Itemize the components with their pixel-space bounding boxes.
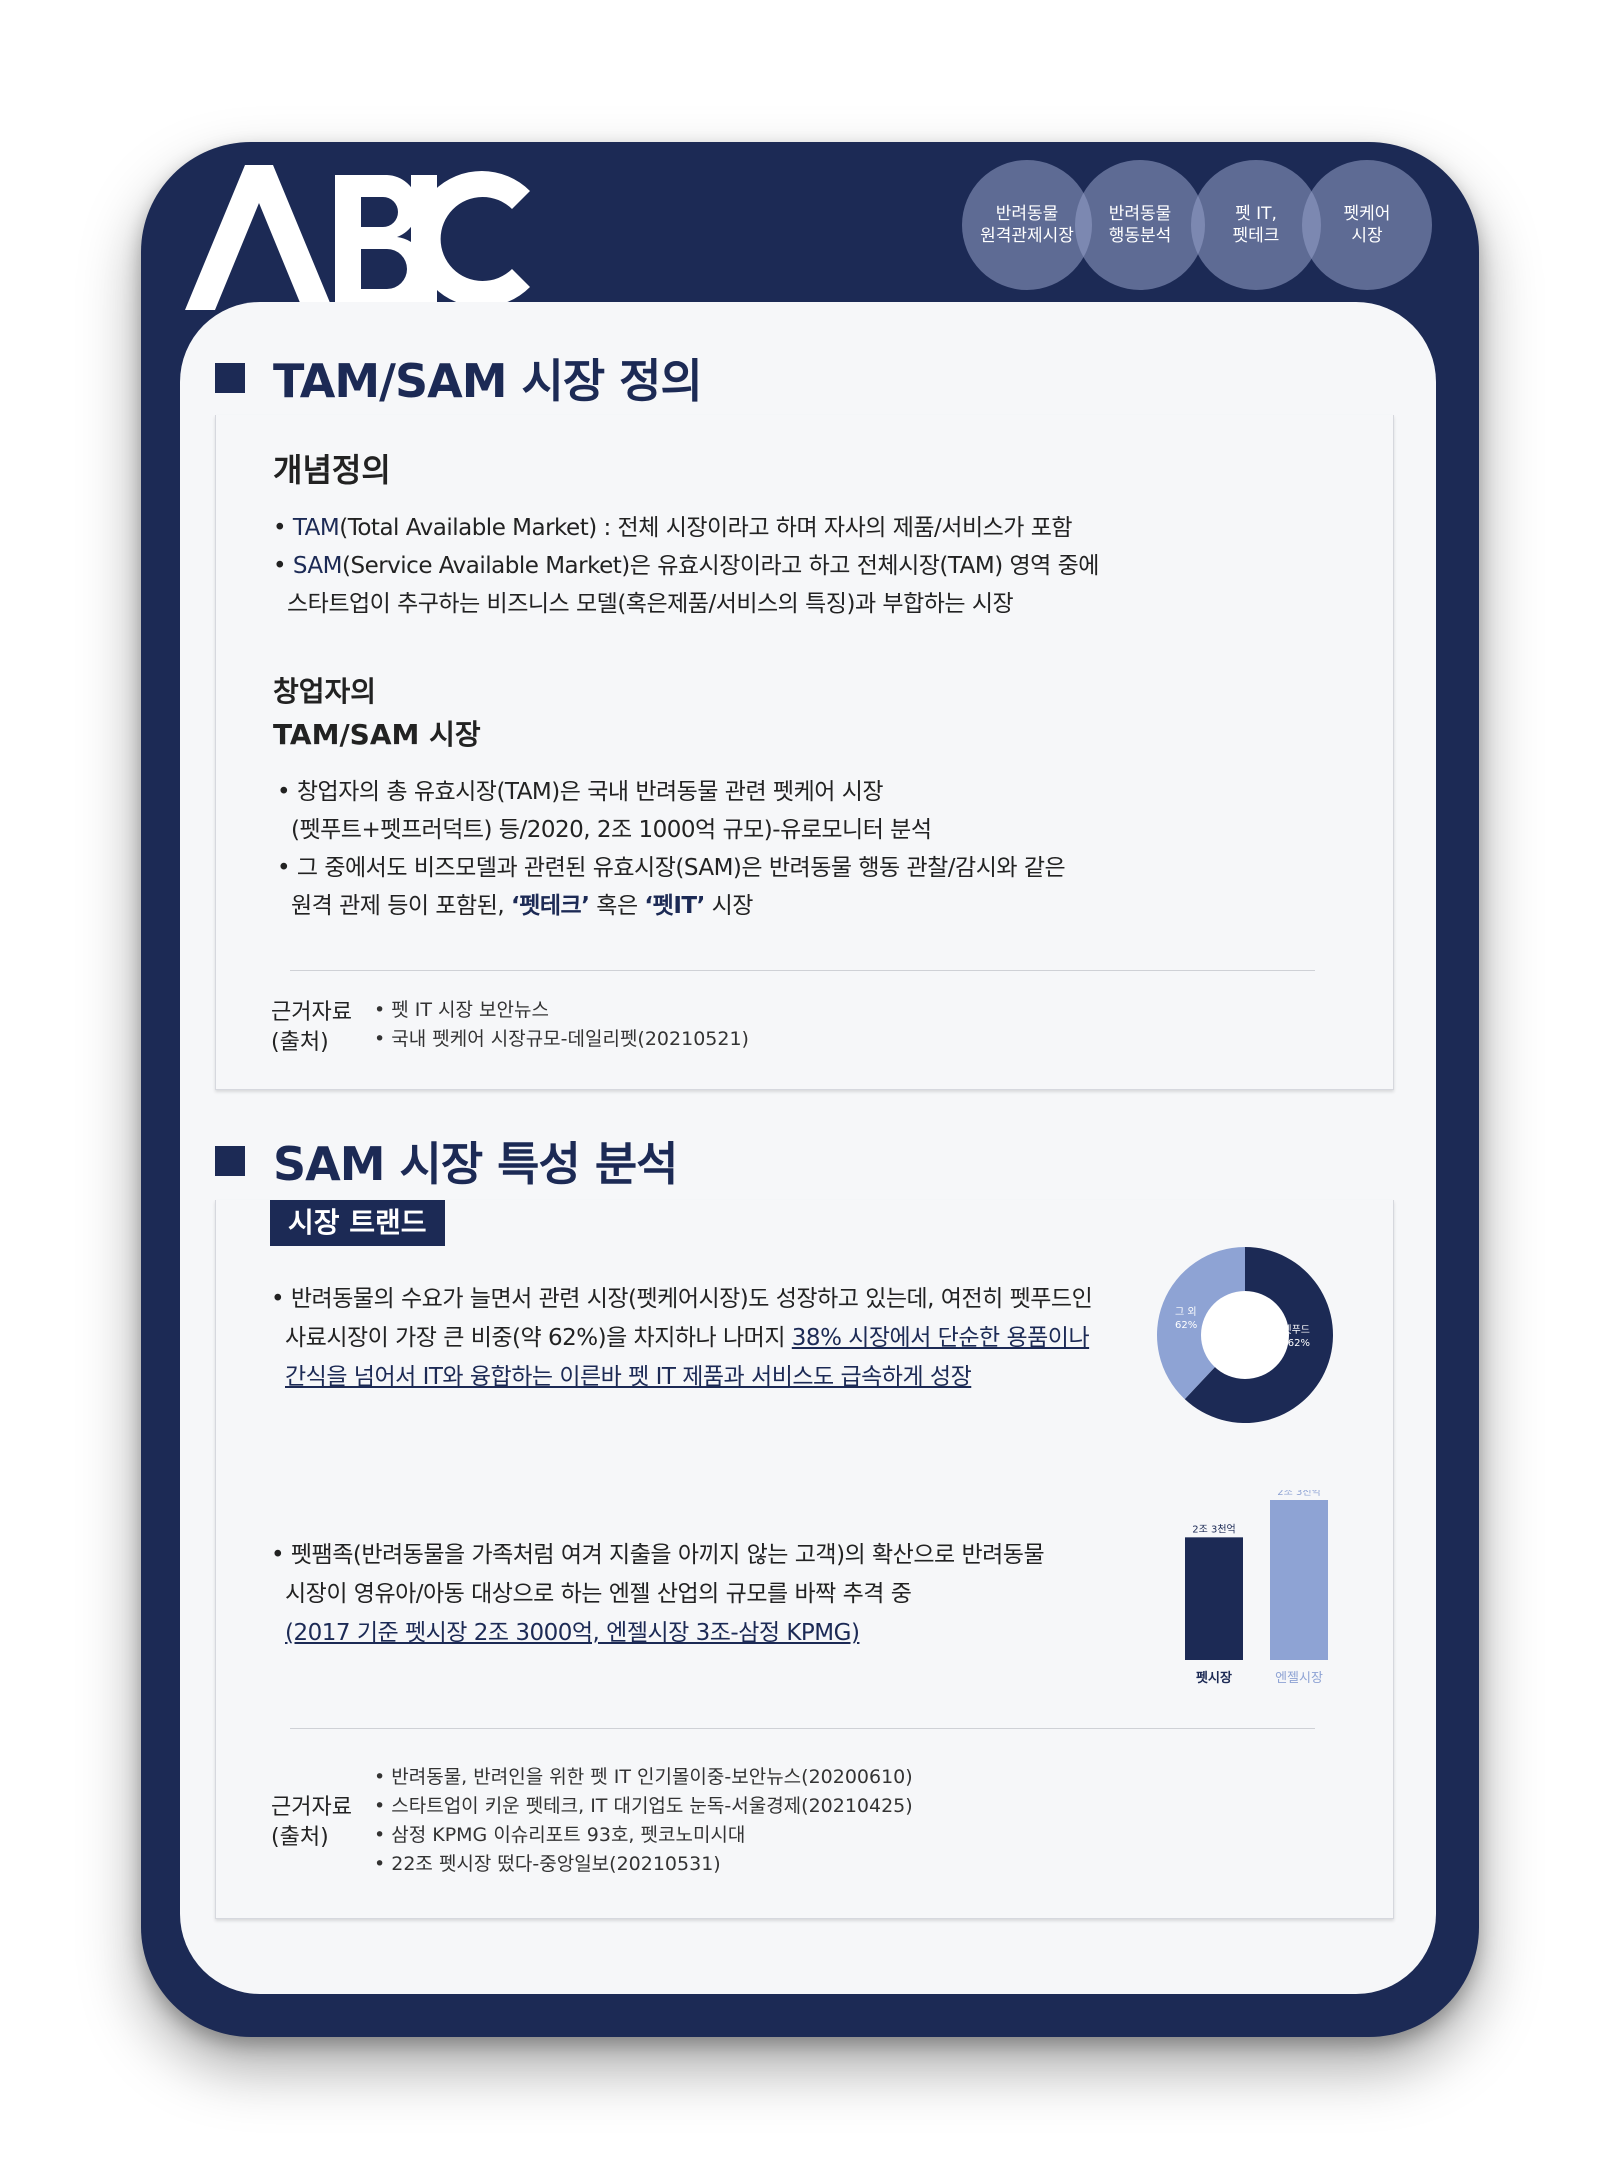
founder-b1-line1: 창업자의 총 유효시장(TAM)은 국내 반려동물 관련 펫케어 시장 <box>296 779 884 805</box>
trend-p2-line1: 펫팸족(반려동물을 가족처럼 여겨 지출을 아끼지 않는 고객)의 확산으로 반… <box>290 1542 1045 1568</box>
abic-logo <box>185 165 530 310</box>
trend-p1-highlight: 38% 시장에서 단순한 용품이나 <box>791 1325 1090 1351</box>
source-label: 근거자료 (출처) <box>271 1000 352 1055</box>
source-item: 22조 펫시장 떴다-중앙일보(20210531) <box>374 1850 913 1879</box>
pettech-term: ‘펫테크’ <box>511 893 590 919</box>
bar-data-label-angel: 2조 3천억 <box>1277 1490 1321 1498</box>
tam-bullet: • TAM(Total Available Market) : 전체 시장이라고… <box>273 515 1073 541</box>
source-item: 반려동물, 반려인을 위한 펫 IT 인기몰이중-보안뉴스(20200610) <box>374 1763 912 1792</box>
square-bullet-icon <box>215 363 245 393</box>
bar-category-pet: 펫시장 <box>1196 1670 1232 1686</box>
source-item: 국내 펫케어 시장규모-데일리펫(20210521) <box>374 1025 749 1054</box>
source-item: 삼정 KPMG 이슈리포트 93호, 펫코노미시대 <box>374 1821 913 1850</box>
divider <box>290 1728 1315 1729</box>
founder-b2-text-e: 시장 <box>704 893 754 919</box>
founder-b2-text-c: 혹은 <box>589 893 645 919</box>
section-title-sam-analysis: SAM 시장 특성 분석 <box>215 1128 678 1194</box>
trend-p2-line3: (2017 기준 펫시장 2조 3000억, 엔젤시장 3조-삼정 KPMG) <box>285 1620 860 1646</box>
market-trend-tag: 시장 트랜드 <box>270 1200 445 1246</box>
bar-pet-market <box>1185 1537 1243 1660</box>
square-bullet-icon <box>215 1146 245 1176</box>
bar-angel-market <box>1270 1500 1328 1660</box>
source-label: 근거자료 (출처) <box>271 1795 352 1850</box>
donut-label-others-name: 그 외 <box>1175 1306 1197 1318</box>
founder-bullet-1: • 창업자의 총 유효시장(TAM)은 국내 반려동물 관련 펫케어 시장 <box>277 779 884 805</box>
trend-p1-line1: 반려동물의 수요가 늘면서 관련 시장(펫케어시장)도 성장하고 있는데, 여전… <box>290 1286 1093 1312</box>
nav-pills: 반려동물 원격관제시장 반려동물 행동분석 펫 IT, 펫테크 펫케어 시장 <box>962 160 1437 292</box>
founder-heading-2: TAM/SAM 시장 <box>273 718 481 751</box>
section-title-text: SAM 시장 특성 분석 <box>273 1137 678 1191</box>
divider <box>290 970 1315 971</box>
trend-p1-line3: 간식을 넘어서 IT와 융합하는 이른바 펫 IT 제품과 서비스도 급속하게 … <box>285 1364 972 1390</box>
source-item: 펫 IT 시장 보안뉴스 <box>374 996 749 1025</box>
trend-p2-line2: 시장이 영유아/아동 대상으로 하는 엔젤 산업의 규모를 바짝 추격 중 <box>285 1581 912 1607</box>
founder-b2-line1: 그 중에서도 비즈모델과 관련된 유효시장(SAM)은 반려동물 행동 관찰/감… <box>296 855 1066 881</box>
founder-bullet-2: • 그 중에서도 비즈모델과 관련된 유효시장(SAM)은 반려동물 행동 관찰… <box>277 855 1066 881</box>
founder-b1-line2: (펫푸트+펫프러덕트) 등/2020, 2조 1000억 규모)-유로모니터 분… <box>291 817 932 843</box>
petcare-share-donut-chart: 펫푸드 62% 그 외 62% <box>1157 1247 1333 1423</box>
sam-text-2: 스타트업이 추구하는 비즈니스 모델(혹은제품/서비스의 특징)과 부합하는 시… <box>287 591 1014 617</box>
founder-b2-text-a: 원격 관제 등이 포함된, <box>291 893 511 919</box>
donut-hole <box>1201 1291 1289 1379</box>
tam-text: (Total Available Market) : 전체 시장이라고 하며 자… <box>339 515 1073 541</box>
source-list: 펫 IT 시장 보안뉴스 국내 펫케어 시장규모-데일리펫(20210521) <box>374 996 749 1054</box>
trend-p1-text: 사료시장이 가장 큰 비중(약 62%)을 차지하나 나머지 <box>285 1325 792 1351</box>
section-title-text: TAM/SAM 시장 정의 <box>273 354 703 408</box>
founder-heading-1: 창업자의 <box>273 675 377 708</box>
bar-category-angel: 엔젤시장 <box>1275 1671 1323 1686</box>
nav-pill-remote-monitoring[interactable]: 반려동물 원격관제시장 <box>962 160 1092 290</box>
sam-text-1: (Service Available Market)은 유효시장이라고 하고 전… <box>342 553 1099 579</box>
trend-p1-line2: 사료시장이 가장 큰 비중(약 62%)을 차지하나 나머지 38% 시장에서 … <box>285 1319 1090 1357</box>
donut-label-petfood-name: 펫푸드 <box>1282 1324 1310 1336</box>
trend-bullet-1: • 반려동물의 수요가 늘면서 관련 시장(펫케어시장)도 성장하고 있는데, … <box>271 1286 1093 1312</box>
nav-pill-petcare[interactable]: 펫케어 시장 <box>1302 160 1432 290</box>
trend-bullet-2: • 펫팸족(반려동물을 가족처럼 여겨 지출을 아끼지 않는 고객)의 확산으로… <box>271 1542 1045 1568</box>
sam-bullet: • SAM(Service Available Market)은 유효시장이라고… <box>273 553 1099 579</box>
bar-data-label-pet: 2조 3천억 <box>1192 1523 1236 1535</box>
pet-vs-angel-bar-chart: 2조 3천억 2조 3천억 펫시장 엔젤시장 <box>1185 1490 1328 1686</box>
section-title-tam-sam: TAM/SAM 시장 정의 <box>215 345 703 411</box>
sam-term: SAM <box>292 553 343 579</box>
tam-term: TAM <box>292 515 340 541</box>
source-list: 반려동물, 반려인을 위한 펫 IT 인기몰이중-보안뉴스(20200610) … <box>374 1763 913 1879</box>
pet-it-term: ‘펫IT’ <box>644 893 705 919</box>
founder-b2-line2: 원격 관제 등이 포함된, ‘펫테크’ 혹은 ‘펫IT’ 시장 <box>291 887 753 925</box>
nav-pill-behavior-analysis[interactable]: 반려동물 행동분석 <box>1075 160 1205 290</box>
donut-label-petfood-value: 62% <box>1288 1338 1310 1349</box>
concept-heading: 개념정의 <box>273 451 391 489</box>
donut-label-others-value: 62% <box>1175 1320 1197 1331</box>
source-item: 스타트업이 키운 펫테크, IT 대기업도 눈독-서울경제(20210425) <box>374 1792 912 1821</box>
